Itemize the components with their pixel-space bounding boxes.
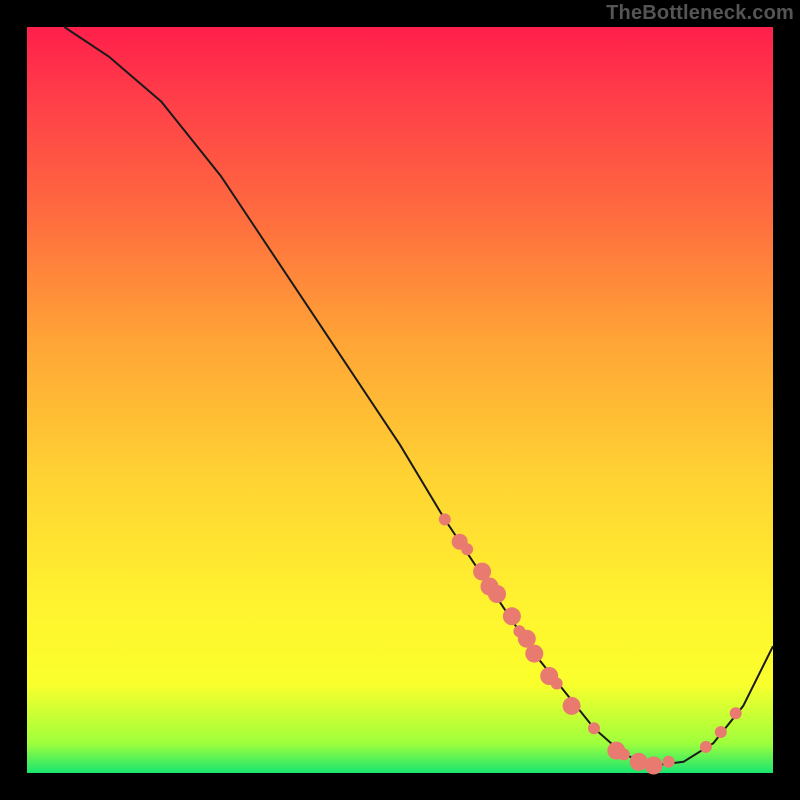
data-marker [525,645,543,663]
data-marker [715,726,727,738]
data-marker [503,607,521,625]
data-marker [730,707,742,719]
data-marker [439,513,451,525]
data-marker [700,741,712,753]
main-curve [64,27,773,766]
data-marker [645,757,663,775]
data-marker [563,697,581,715]
data-marker [663,756,675,768]
data-markers [439,513,742,774]
plot-area [27,27,773,773]
chart-svg [27,27,773,773]
data-marker [618,748,630,760]
data-marker [551,678,563,690]
data-marker [588,722,600,734]
data-marker [488,585,506,603]
watermark-text: TheBottleneck.com [606,2,794,25]
data-marker [461,543,473,555]
chart-frame: TheBottleneck.com [0,0,800,800]
